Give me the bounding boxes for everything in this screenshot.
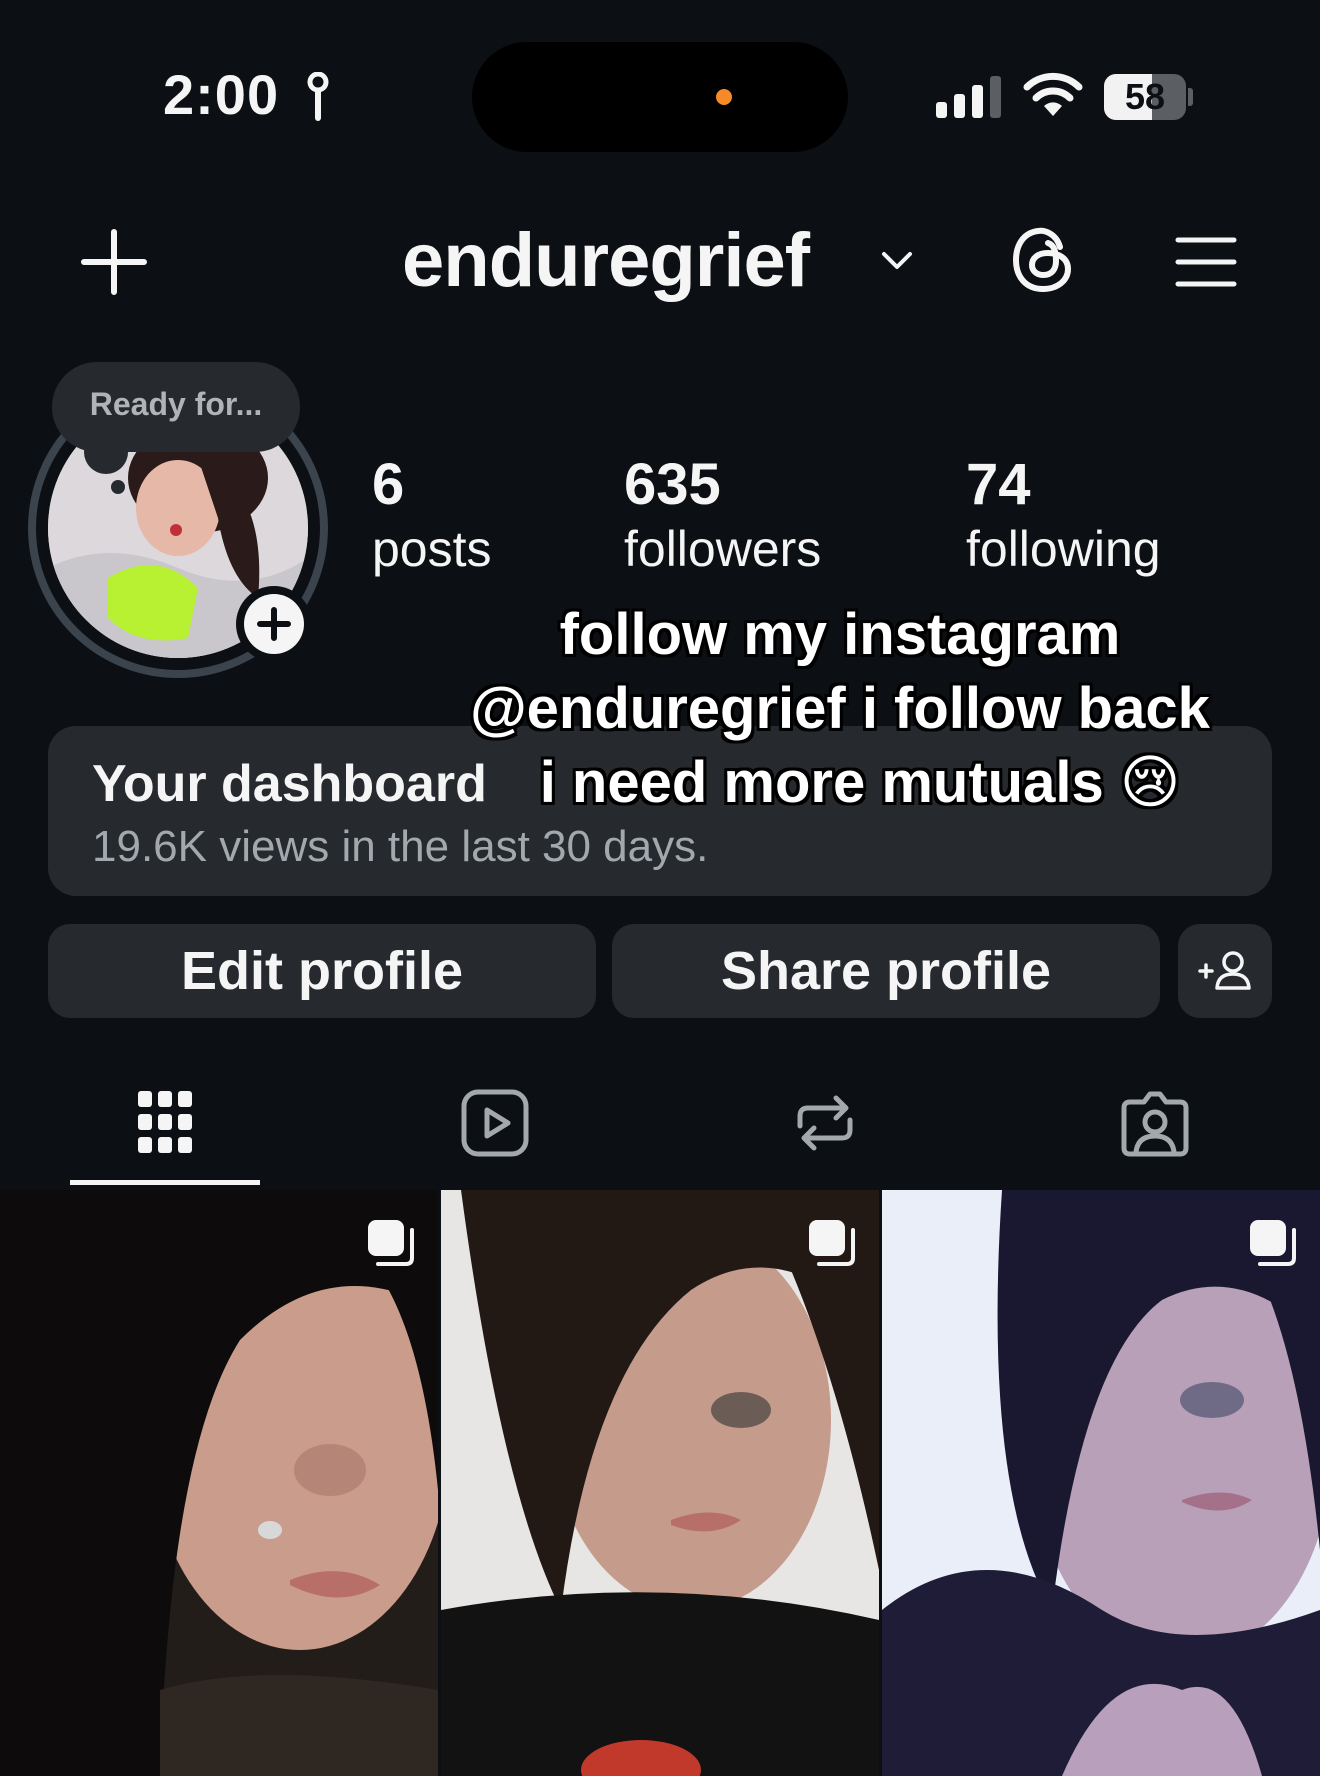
post-photo — [0, 1190, 438, 1776]
post-photo — [882, 1190, 1320, 1776]
recording-indicator-dot — [716, 89, 732, 105]
posts-count: 6 — [372, 452, 405, 517]
dynamic-island — [472, 42, 848, 152]
battery-percentage: 58 — [1124, 76, 1166, 117]
chevron-down-icon[interactable] — [880, 248, 914, 272]
caption-line-3: i need more mutuals 😢 — [539, 750, 1181, 815]
followers-count: 635 — [624, 452, 721, 517]
carousel-icon — [809, 1220, 855, 1266]
posts-stat[interactable]: 6 posts — [372, 452, 492, 580]
caption-line-1: follow my instagram — [559, 602, 1121, 667]
dashboard-title: Your dashboard — [92, 755, 487, 813]
hamburger-menu-icon[interactable] — [1174, 236, 1238, 288]
status-time: 2:00 — [163, 63, 280, 126]
note-bubble-tail — [111, 480, 125, 494]
tagged-icon[interactable] — [1120, 1088, 1190, 1158]
add-person-icon — [1198, 951, 1251, 990]
followers-label: followers — [624, 521, 822, 577]
post-thumbnail[interactable] — [441, 1190, 879, 1776]
following-label: following — [966, 521, 1161, 577]
create-plus-icon[interactable] — [80, 228, 148, 296]
following-count: 74 — [966, 452, 1031, 517]
post-thumbnail[interactable] — [882, 1190, 1320, 1776]
cellular-signal-icon — [936, 76, 1001, 118]
posts-label: posts — [372, 521, 492, 577]
dashboard-subtitle: 19.6K views in the last 30 days. — [92, 822, 709, 871]
location-pin-icon — [307, 72, 329, 121]
carousel-icon — [1250, 1220, 1296, 1266]
wifi-icon — [1023, 72, 1083, 116]
profile-username[interactable]: enduregrief — [402, 216, 810, 306]
add-story-button[interactable] — [236, 586, 312, 662]
note-text: Ready for... — [89, 386, 263, 422]
battery-indicator: 58 — [1104, 74, 1193, 120]
threads-icon[interactable] — [1010, 225, 1076, 295]
grid-icon[interactable] — [130, 1088, 200, 1158]
carousel-icon — [368, 1220, 414, 1266]
discover-people-button[interactable] — [1178, 924, 1272, 1018]
caption-line-2: @enduregrief i follow back — [470, 676, 1210, 741]
reposts-icon[interactable] — [790, 1088, 860, 1158]
plus-icon — [257, 607, 291, 641]
active-tab-indicator — [70, 1180, 260, 1185]
following-stat[interactable]: 74 following — [966, 452, 1161, 580]
edit-profile-button[interactable]: Edit profile — [48, 924, 596, 1018]
reels-icon[interactable] — [460, 1088, 530, 1158]
post-photo — [441, 1190, 879, 1776]
overlay-caption: follow my instagram @enduregrief i follo… — [440, 598, 1240, 820]
share-profile-button[interactable]: Share profile — [612, 924, 1160, 1018]
post-thumbnail[interactable] — [0, 1190, 438, 1776]
followers-stat[interactable]: 635 followers — [624, 452, 821, 580]
